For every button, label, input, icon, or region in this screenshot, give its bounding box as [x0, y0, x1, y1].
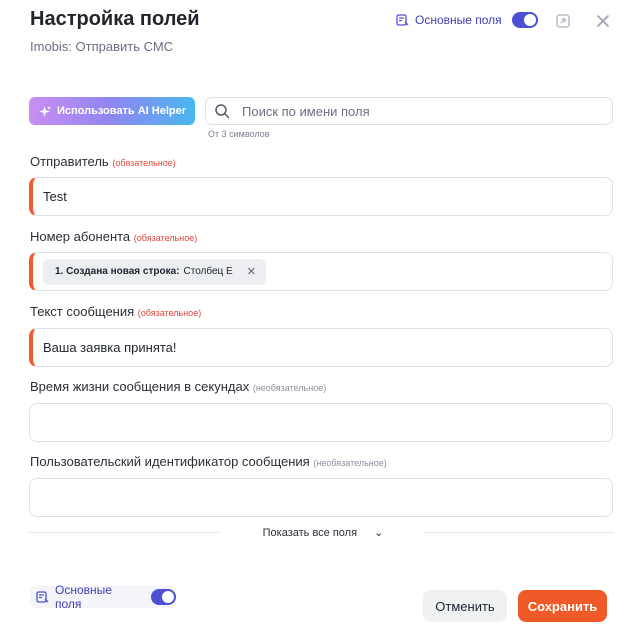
chip-source: 1. Создана новая строка:	[55, 266, 180, 277]
dialog-title: Настройка полей	[30, 8, 200, 30]
main-fields-toggle-label: Основные поля	[415, 13, 502, 27]
optional-tag: (необязательное)	[313, 458, 387, 468]
expand-icon[interactable]	[553, 11, 573, 31]
show-all-fields-button[interactable]: Показать все поля ⌄	[0, 526, 632, 539]
chevron-down-icon: ⌄	[374, 527, 384, 539]
main-fields-toggle-bottom[interactable]: Основные поля	[30, 583, 176, 611]
chip-column: Столбец Е	[183, 266, 233, 277]
message-field[interactable]: Ваша заявка принята!	[29, 328, 613, 367]
ttl-field[interactable]	[29, 403, 613, 442]
search-input[interactable]	[240, 102, 584, 120]
ai-helper-label: Использовать AI Helper	[56, 105, 186, 117]
main-fields-toggle-label: Основные поля	[55, 583, 112, 611]
required-tag: (обязательное)	[133, 233, 198, 243]
sparkle-icon	[38, 105, 51, 118]
ai-helper-button[interactable]: Использовать AI Helper	[29, 97, 195, 125]
field-label-sender: Отправитель (обязательное)	[30, 154, 176, 169]
dialog-subtitle: Imobis: Отправить СМС	[30, 39, 174, 54]
field-label-phone: Номер абонента (обязательное)	[30, 229, 197, 244]
field-label-text: Текст сообщения	[30, 304, 135, 319]
optional-tag: (необязательное)	[252, 383, 327, 393]
cancel-button[interactable]: Отменить	[423, 590, 507, 622]
field-label-custom-id: Пользовательский идентификатор сообщения…	[30, 454, 387, 469]
search-box[interactable]	[205, 97, 613, 125]
field-label-text: Пользовательский идентификатор сообщения	[30, 454, 310, 469]
field-label-text: Время жизни сообщения в секундах	[30, 379, 250, 394]
variable-chip[interactable]: 1. Создана новая строка: Столбец Е ✕	[43, 258, 266, 285]
phone-field[interactable]: 1. Создана новая строка: Столбец Е ✕	[29, 252, 613, 291]
field-label-text: Отправитель	[30, 154, 109, 169]
show-all-label: Показать все поля	[248, 527, 372, 539]
main-fields-switch[interactable]	[150, 589, 176, 605]
save-button[interactable]: Сохранить	[518, 590, 607, 622]
main-fields-switch[interactable]	[511, 12, 538, 28]
close-icon[interactable]	[593, 11, 613, 31]
sender-value: Test	[43, 189, 67, 204]
required-tag: (обязательное)	[112, 158, 176, 168]
search-icon	[214, 103, 230, 119]
main-fields-toggle-top[interactable]: Основные поля	[396, 12, 538, 28]
fields-list-icon	[36, 590, 49, 604]
field-label-text: Номер абонента	[30, 229, 131, 244]
field-label-ttl: Время жизни сообщения в секундах (необяз…	[30, 379, 326, 394]
message-value: Ваша заявка принята!	[43, 340, 177, 355]
field-label-message: Текст сообщения (обязательное)	[30, 304, 201, 319]
custom-id-field[interactable]	[29, 478, 613, 517]
fields-list-icon	[396, 13, 409, 27]
remove-chip-icon[interactable]: ✕	[247, 265, 256, 278]
search-hint: От 3 символов	[208, 129, 270, 139]
required-tag: (обязательное)	[137, 308, 202, 318]
sender-field[interactable]: Test	[29, 177, 613, 216]
